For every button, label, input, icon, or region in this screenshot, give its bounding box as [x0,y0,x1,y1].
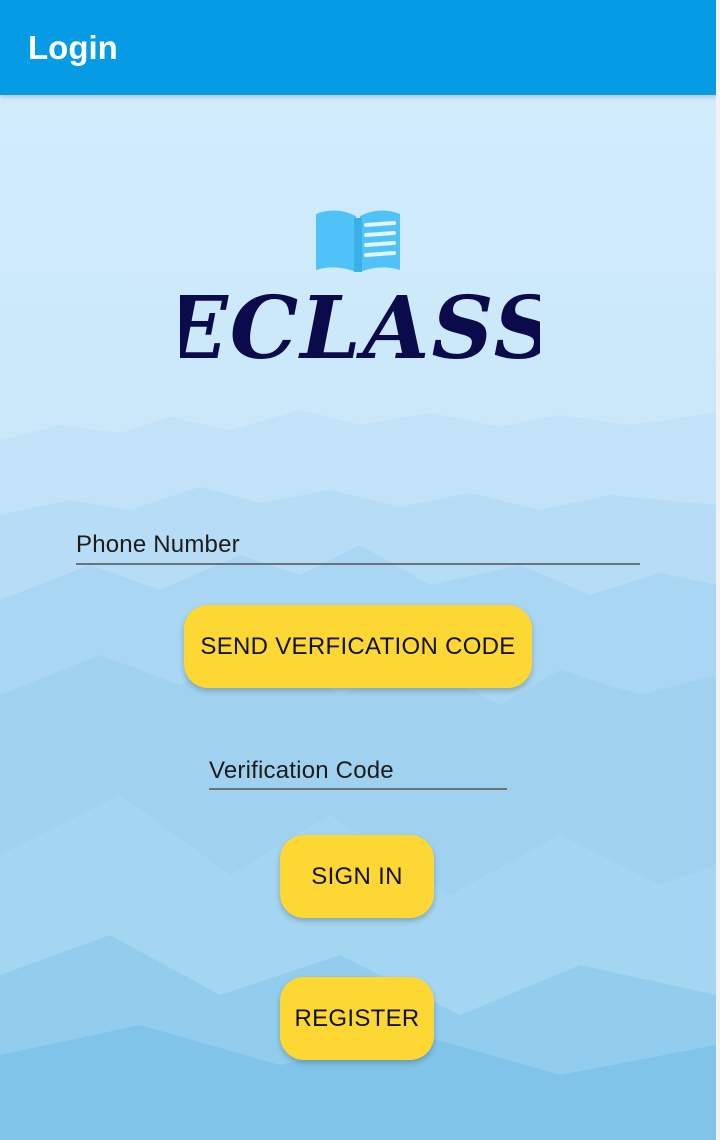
sign-in-button[interactable]: SIGN IN [280,835,434,918]
verification-code-input[interactable]: Verification Code [209,754,507,790]
app-bar: Login [0,0,716,95]
open-book-icon [316,210,400,272]
page-title: Login [28,29,118,66]
right-edge [716,0,720,1140]
logo-text: ECLASS [180,278,540,378]
verification-code-placeholder: Verification Code [209,757,394,784]
login-screen: Login ECLASS Phone Number SEND VERFICATI… [0,0,720,1140]
phone-number-placeholder: Phone Number [76,531,240,558]
eclass-logo: ECLASS [180,278,540,378]
phone-number-input[interactable]: Phone Number [76,528,640,565]
register-button[interactable]: REGISTER [280,977,434,1060]
send-verification-code-button[interactable]: SEND VERFICATION CODE [184,605,532,688]
